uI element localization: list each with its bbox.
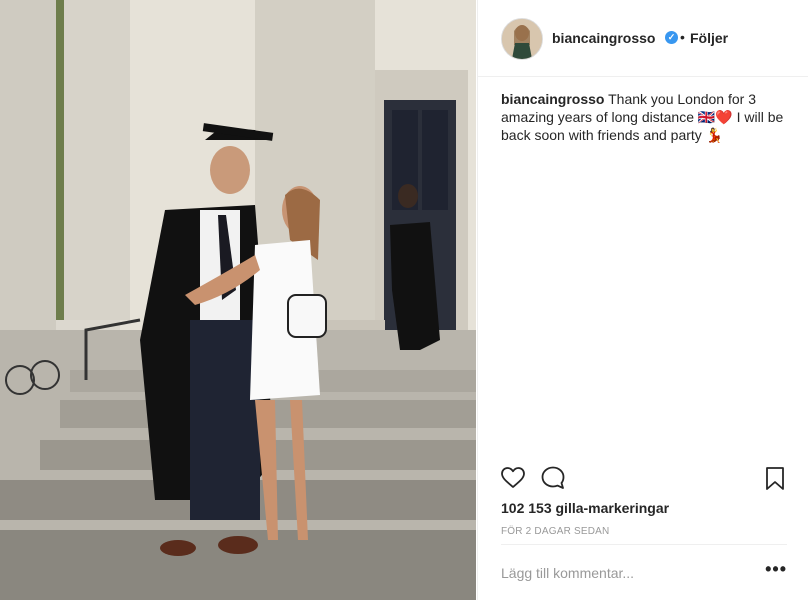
graduation-photo-image — [0, 0, 476, 600]
speech-bubble-icon — [541, 466, 565, 489]
bookmark-outline-icon — [766, 467, 784, 490]
post-header: biancaingrosso ✓ • Följer — [478, 0, 808, 77]
comment-button[interactable] — [539, 464, 567, 492]
more-options-ellipsis-icon[interactable]: ••• — [765, 559, 787, 580]
action-bar — [478, 460, 808, 496]
post-details-panel: biancaingrosso ✓ • Följer biancaingrosso… — [477, 0, 808, 600]
verified-badge-icon: ✓ — [665, 31, 678, 44]
following-button[interactable]: Följer — [690, 30, 728, 46]
heart-outline-icon — [501, 467, 525, 488]
avatar[interactable] — [501, 18, 543, 60]
likes-count-link[interactable]: 102 153 gilla-markeringar — [501, 500, 669, 516]
avatar-image — [502, 19, 542, 59]
add-comment-input[interactable] — [501, 563, 741, 583]
like-button[interactable] — [499, 464, 527, 492]
post-caption: biancaingrosso Thank you London for 3 am… — [501, 90, 791, 144]
save-button[interactable] — [761, 464, 789, 492]
post-timestamp[interactable]: FÖR 2 DAGAR SEDAN — [501, 526, 609, 537]
header-username-link[interactable]: biancaingrosso — [552, 30, 655, 46]
caption-username-link[interactable]: biancaingrosso — [501, 91, 604, 107]
add-comment-section: ••• — [501, 544, 787, 601]
header-separator: • — [680, 29, 685, 45]
post-photo[interactable] — [0, 0, 476, 600]
